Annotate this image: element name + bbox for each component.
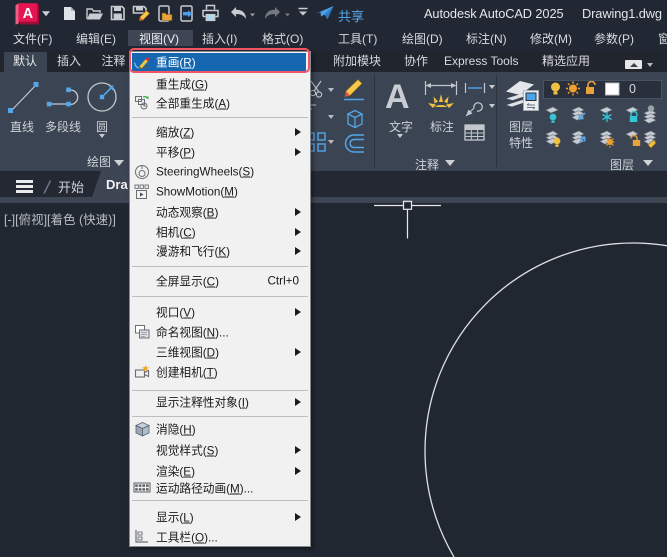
svg-text:A: A xyxy=(23,6,34,22)
